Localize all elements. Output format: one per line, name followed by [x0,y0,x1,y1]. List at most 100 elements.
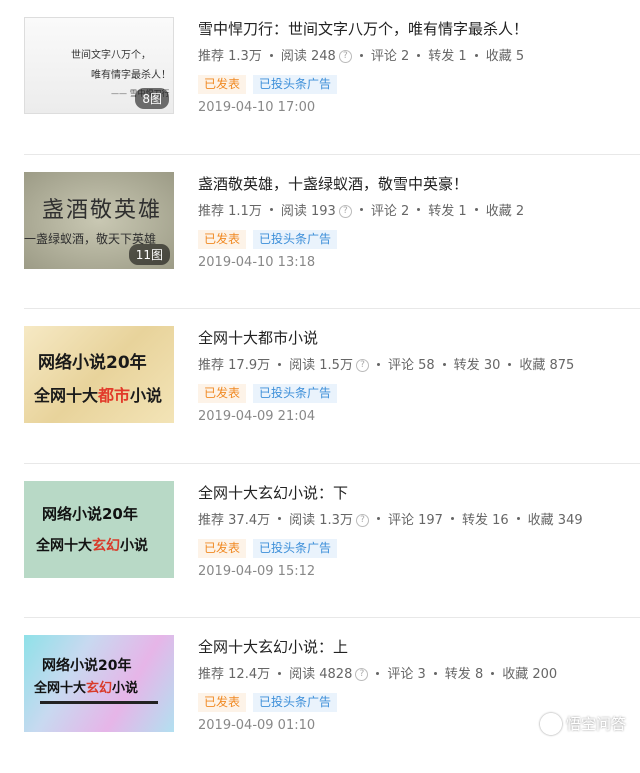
separator-dot [491,671,495,675]
thumbnail-text-highlight: 玄幻 [86,681,113,696]
recommend-label: 推荐 [198,49,225,64]
published-tag: 已发表 [198,75,247,94]
list-item: 网络小说20年 全网十大玄幻小说 全网十大玄幻小说：上 推荐 12.4万 阅读 4… [24,618,640,773]
article-stats: 推荐 1.3万 阅读 248? 评论 2 转发 1 收藏 5 [198,48,640,66]
comment-label: 评论 [387,512,414,528]
published-tag: 已发表 [198,693,247,712]
article-title[interactable]: 雪中悍刀行：世间文字八万个，唯有情字最杀人！ [198,18,640,40]
share-count: 30 [483,358,501,373]
list-item: 网络小说20年 全网十大都市小说 全网十大都市小说 推荐 17.9万 阅读 1.5… [24,309,640,464]
separator-dot [474,53,478,57]
article-thumbnail[interactable]: 盏酒敬英雄 一盏绿蚁酒，敬天下英雄 11图 [24,171,174,269]
help-icon[interactable]: ? [355,513,369,527]
separator-dot [417,208,421,211]
recommend-label: 推荐 [198,667,225,682]
thumbnail-text: 全网十大都市小说 [34,382,162,406]
comment-count: 197 [418,512,443,528]
separator-dot [359,208,363,211]
article-stats: 推荐 37.4万 阅读 1.3万? 评论 197 转发 16 收藏 349 [198,512,640,530]
read-count: 193 [311,203,336,219]
separator-dot [359,53,363,57]
share-count: 1 [458,49,467,64]
thumbnail-text: 网络小说20年 [42,504,138,523]
fav-label: 收藏 [485,203,512,219]
thumbnail-text: 网络小说20年 [42,658,132,674]
fav-label: 收藏 [527,512,554,528]
separator-dot [278,671,282,675]
publish-time: 2019-04-10 17:00 [198,100,316,115]
separator-dot [442,362,446,366]
article-stats: 推荐 12.4万 阅读 4828? 评论 3 转发 8 收藏 200 [198,666,640,684]
article-thumbnail[interactable]: 世间文字八万个， 唯有情字最杀人！ —— 雪中悍刀行 8图 [24,17,174,114]
comment-label: 评论 [370,49,397,64]
publish-time: 2019-04-09 21:04 [198,409,316,424]
thumbnail-text-part: 全网十大 [34,681,87,696]
read-label: 阅读 [289,512,316,528]
thumbnail-text: 唯有情字最杀人！ [91,70,171,81]
share-count: 16 [492,512,509,528]
fav-label: 收藏 [485,49,512,64]
thumbnail-text-highlight: 玄幻 [92,537,120,554]
separator-dot [269,53,273,57]
thumbnail-text: 盏酒敬英雄 [42,197,163,223]
comment-label: 评论 [387,358,414,373]
fav-label: 收藏 [519,358,546,373]
article-thumbnail[interactable]: 网络小说20年 全网十大玄幻小说 [24,480,174,578]
thumbnail-text-part: 小说 [112,681,139,696]
help-icon[interactable]: ? [355,359,369,372]
read-count: 248 [311,49,336,64]
publish-time: 2019-04-09 15:12 [198,563,316,579]
thumbnail-text: 全网十大玄幻小说 [36,535,148,555]
publish-time: 2019-04-10 13:18 [198,254,316,270]
article-stats: 推荐 1.1万 阅读 193? 评论 2 转发 1 收藏 2 [198,203,640,221]
separator-dot [376,517,380,520]
published-tag: 已发表 [198,229,247,249]
comment-label: 评论 [387,667,414,682]
list-item: 世间文字八万个， 唯有情字最杀人！ —— 雪中悍刀行 8图 雪中悍刀行：世间文字… [24,0,640,155]
fav-count: 5 [515,49,525,64]
article-title[interactable]: 全网十大玄幻小说：上 [198,636,640,658]
comment-count: 2 [400,203,410,219]
help-icon[interactable]: ? [338,204,352,218]
fav-count: 200 [532,667,558,682]
wukong-logo-icon [539,713,562,735]
help-icon[interactable]: ? [355,668,369,681]
comment-count: 58 [418,358,435,373]
thumbnail-text-highlight: 都市 [98,386,131,405]
watermark: 悟空问答 [539,713,626,735]
share-count: 1 [458,203,467,219]
recommend-label: 推荐 [198,512,225,528]
comment-count: 3 [417,667,426,682]
separator-dot [376,362,380,366]
share-label: 转发 [453,358,480,373]
published-tag: 已发表 [198,538,247,558]
watermark-text: 悟空问答 [565,714,626,733]
article-title[interactable]: 全网十大玄幻小说：下 [198,482,640,504]
published-tag: 已发表 [198,384,247,403]
thumbnail-text-part: 小说 [120,537,148,554]
separator-dot [450,517,454,520]
help-icon[interactable]: ? [338,50,352,63]
read-label: 阅读 [289,358,316,373]
article-title[interactable]: 盏酒敬英雄，十盏绿蚁酒，敬雪中英豪！ [198,173,640,195]
share-count: 8 [474,667,484,682]
separator-dot [376,671,380,675]
share-label: 转发 [428,49,455,64]
recommend-label: 推荐 [198,203,225,219]
image-count-badge: 8图 [135,88,169,109]
thumbnail-underline [40,701,158,704]
recommend-count: 12.4万 [228,667,271,682]
ad-tag: 已投头条广告 [253,538,338,558]
read-label: 阅读 [280,49,307,64]
ad-tag: 已投头条广告 [253,693,338,712]
thumbnail-text-part: 全网十大 [34,386,99,405]
article-thumbnail[interactable]: 网络小说20年 全网十大玄幻小说 [24,635,174,732]
ad-tag: 已投头条广告 [253,75,338,94]
separator-dot [269,208,273,211]
separator-dot [433,671,437,675]
thumbnail-text-part: 小说 [130,386,163,405]
read-count: 1.3万 [319,512,353,528]
article-title[interactable]: 全网十大都市小说 [198,327,640,349]
article-thumbnail[interactable]: 网络小说20年 全网十大都市小说 [24,326,174,423]
list-item: 网络小说20年 全网十大玄幻小说 全网十大玄幻小说：下 推荐 37.4万 阅读 1… [24,464,640,618]
